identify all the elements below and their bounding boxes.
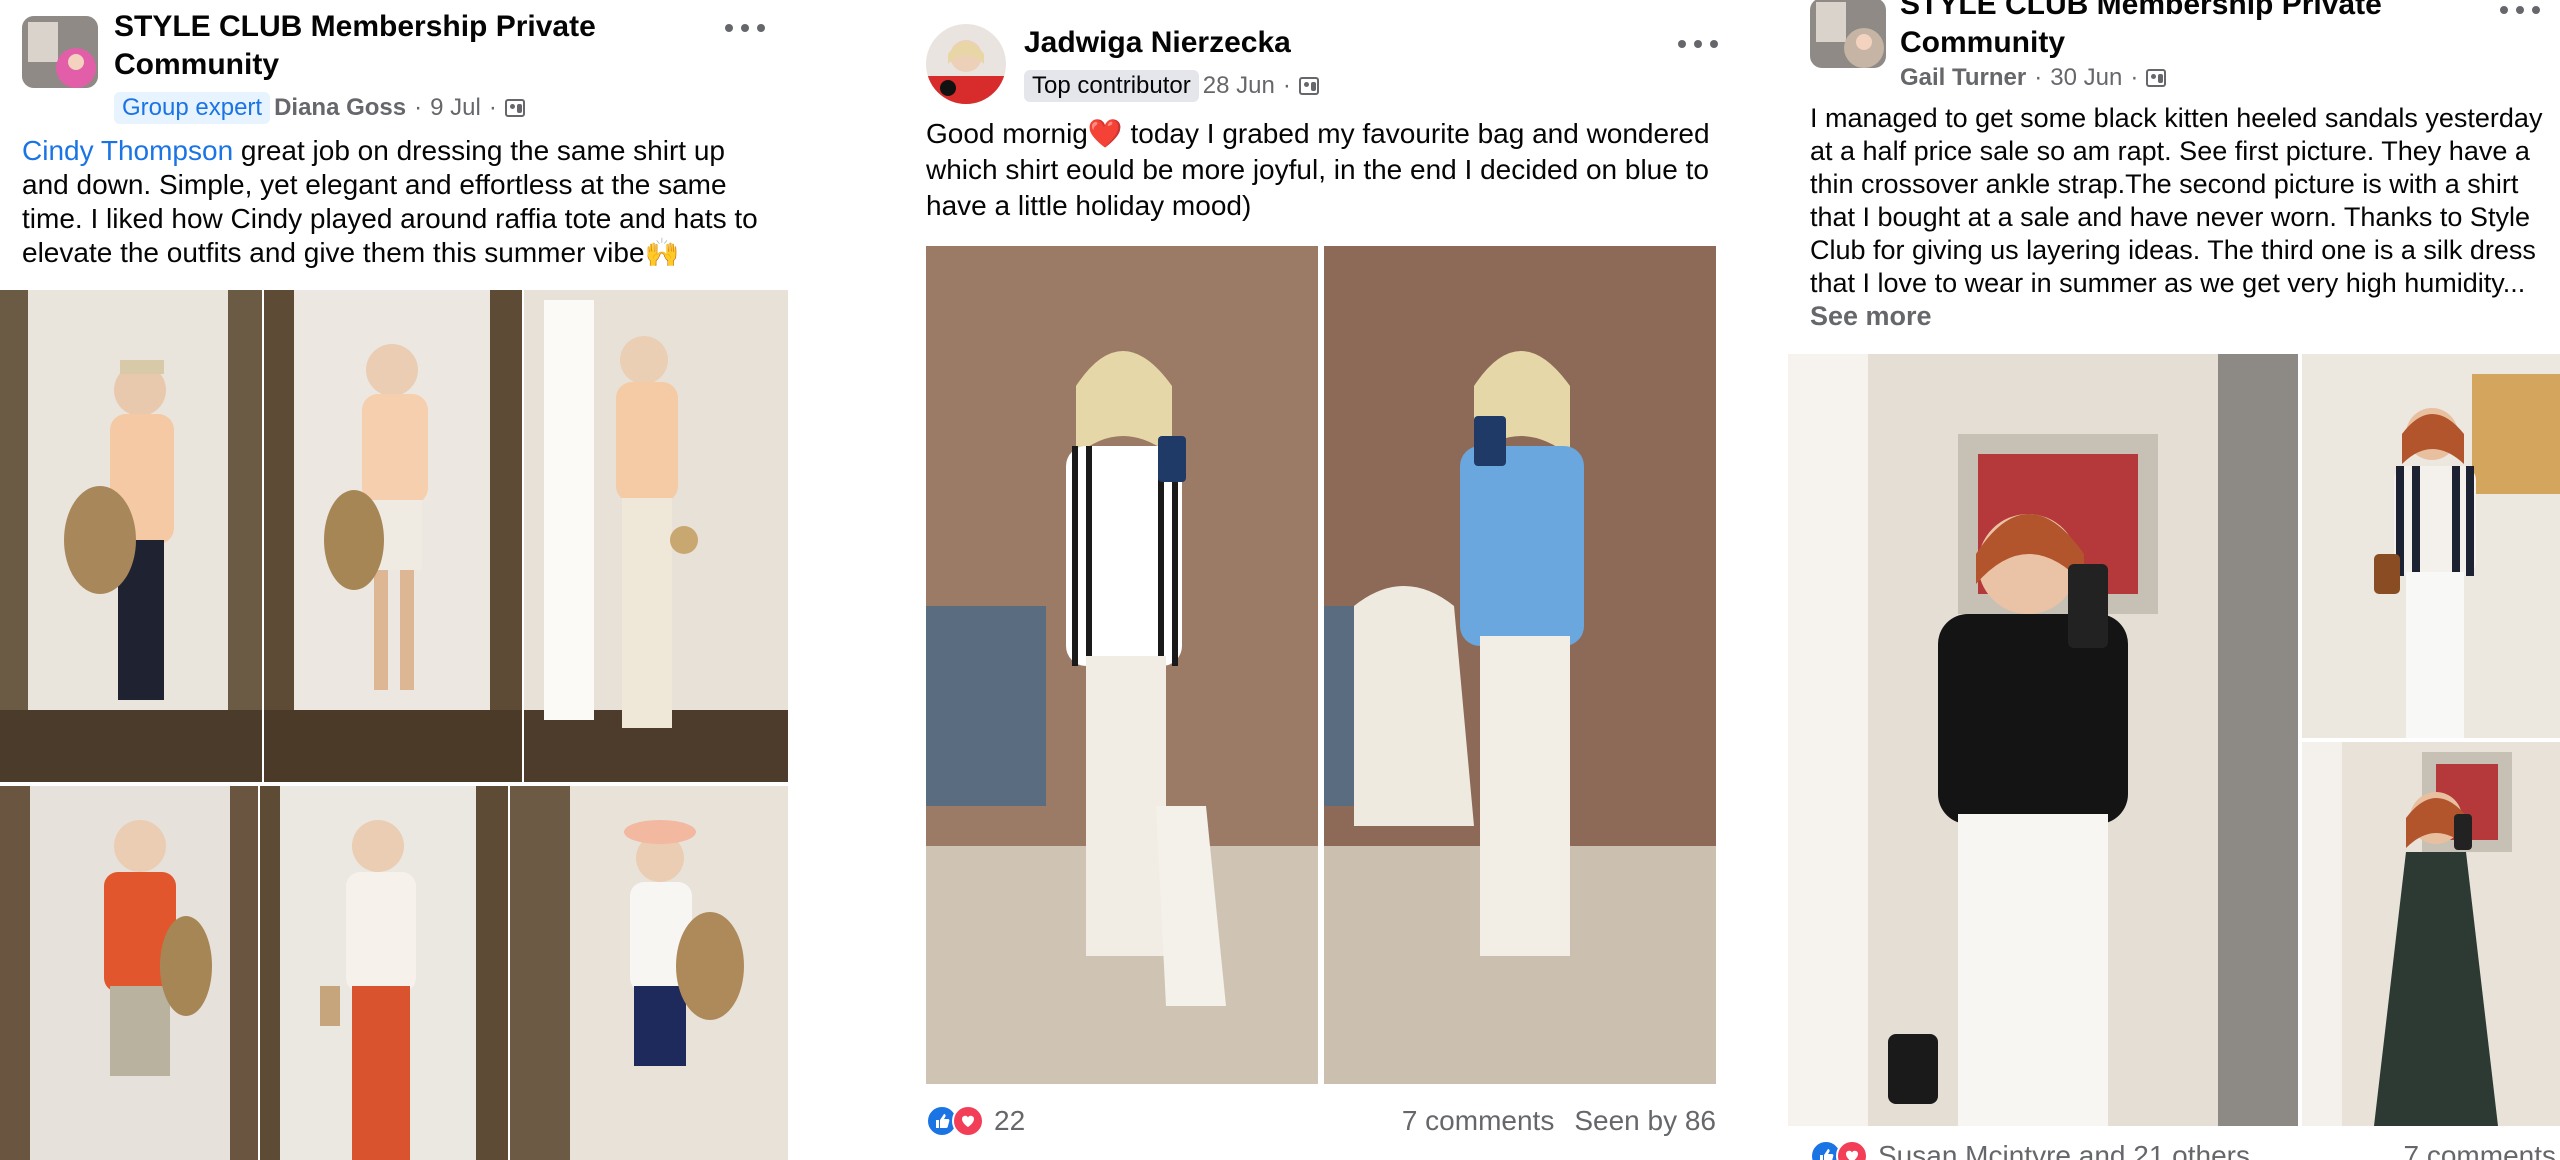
outfit-photo-5[interactable]	[260, 786, 508, 1160]
post-meta: Top contributor 28 Jun ·	[1024, 70, 1319, 102]
separator: ·	[2034, 64, 2043, 91]
post-meta: Group expert Diana Goss · 9 Jul ·	[114, 92, 525, 124]
author-name[interactable]: Gail Turner	[1900, 64, 2026, 92]
outfit-photo-6[interactable]	[510, 786, 788, 1160]
separator: ·	[2130, 64, 2139, 91]
post-jadwiga: Jadwiga Nierzecka Top contributor 28 Jun…	[906, 0, 1726, 1160]
group-avatar[interactable]	[22, 16, 98, 88]
love-reaction-icon	[1836, 1140, 1868, 1160]
post-date[interactable]: 30 Jun	[2050, 64, 2122, 92]
post-style-club-diana: STYLE CLUB Membership Private Community …	[0, 0, 788, 1160]
outfit-photo-3[interactable]	[524, 290, 788, 782]
outfit-photo-black-top[interactable]	[1788, 354, 2298, 1126]
group-name[interactable]: STYLE CLUB Membership Private Community	[1900, 0, 2400, 62]
outfit-photo-4[interactable]	[0, 786, 258, 1160]
reaction-names[interactable]: Susan Mcintyre and 21 others	[1878, 1140, 2250, 1160]
outfit-photo-striped-shirt[interactable]	[926, 246, 1318, 1084]
outfit-photo-green-dress[interactable]	[2302, 742, 2560, 1126]
group-audience-icon	[2146, 69, 2167, 87]
post-footer: Susan Mcintyre and 21 others 7 comments	[1810, 1140, 2556, 1160]
post-body: I managed to get some black kitten heele…	[1810, 102, 2556, 333]
top-contributor-badge[interactable]: Top contributor	[1024, 70, 1199, 102]
post-footer: 22 7 comments Seen by 86	[926, 1105, 1716, 1137]
outfit-photo-1[interactable]	[0, 290, 262, 782]
reaction-count[interactable]: 22	[994, 1105, 1025, 1137]
post-style-club-gail: STYLE CLUB Membership Private Community …	[1788, 0, 2560, 1160]
more-options-icon[interactable]	[1678, 34, 1718, 54]
post-body: Good mornig❤️ today I grabed my favourit…	[926, 118, 1710, 221]
group-audience-icon	[504, 99, 525, 117]
post-meta: Gail Turner · 30 Jun ·	[1900, 64, 2167, 92]
tagged-user-link[interactable]: Cindy Thompson	[22, 135, 233, 166]
group-avatar[interactable]	[1810, 0, 1886, 68]
author-avatar[interactable]	[926, 24, 1006, 104]
outfit-photo-striped-jacket[interactable]	[2302, 354, 2560, 738]
separator: ·	[1282, 72, 1291, 99]
post-date[interactable]: 28 Jun	[1203, 72, 1275, 100]
outfit-photo-2[interactable]	[264, 290, 522, 782]
post-date[interactable]: 9 Jul	[430, 94, 481, 122]
post-body: Cindy Thompson great job on dressing the…	[22, 134, 778, 270]
group-name[interactable]: STYLE CLUB Membership Private Community	[114, 8, 614, 84]
separator: ·	[414, 94, 423, 121]
comments-link[interactable]: 7 comments	[2404, 1140, 2557, 1160]
more-options-icon[interactable]	[725, 18, 765, 38]
see-more-link[interactable]: See more	[1810, 301, 1932, 331]
author-name[interactable]: Jadwiga Nierzecka	[1024, 24, 1291, 62]
author-name[interactable]: Diana Goss	[274, 94, 406, 122]
outfit-photo-blue-shirt[interactable]	[1324, 246, 1716, 1084]
love-reaction-icon	[952, 1105, 984, 1137]
group-expert-badge[interactable]: Group expert	[114, 92, 271, 124]
more-options-icon[interactable]	[2500, 0, 2540, 20]
post-body-text: I managed to get some black kitten heele…	[1810, 103, 2543, 298]
seen-by[interactable]: Seen by 86	[1574, 1105, 1716, 1137]
separator: ·	[488, 94, 497, 121]
group-audience-icon	[1298, 77, 1319, 95]
comments-link[interactable]: 7 comments	[1402, 1105, 1555, 1137]
